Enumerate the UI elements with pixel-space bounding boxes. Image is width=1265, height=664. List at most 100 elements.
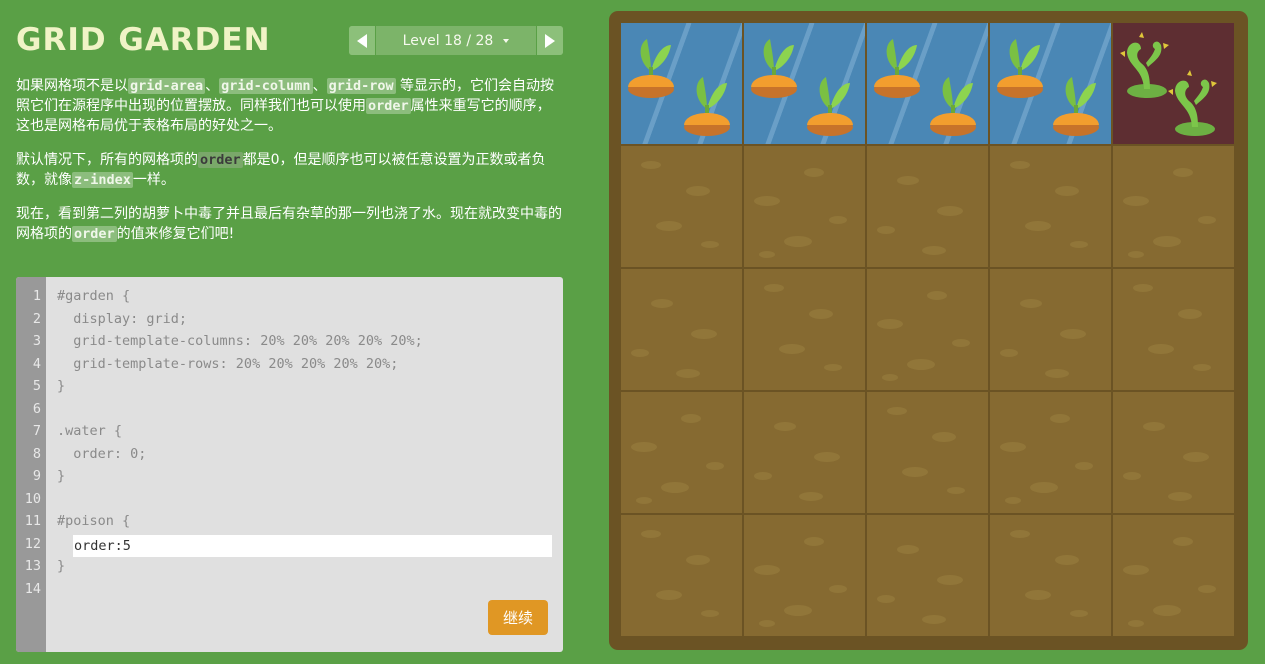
pebble — [656, 221, 682, 231]
pebble — [759, 620, 775, 627]
pebble — [877, 226, 895, 234]
code-line: #garden { — [57, 288, 131, 304]
pebble — [1123, 196, 1149, 206]
keyword-order: order — [72, 226, 117, 242]
pebble — [764, 284, 784, 292]
soil-cell — [743, 514, 866, 637]
carrot-icon — [997, 39, 1043, 98]
pebble — [754, 472, 772, 480]
line-number: 12 — [24, 535, 41, 552]
code-line: grid-template-columns: 20% 20% 20% 20% 2… — [57, 333, 423, 349]
keyword-grid-row: grid-row — [326, 78, 396, 94]
level-selector[interactable]: Level 18 / 28 — [376, 26, 536, 55]
pebble — [897, 545, 919, 554]
line-number: 8 — [32, 445, 41, 462]
soil-cell — [1112, 145, 1235, 268]
text: 默认情况下，所有的网格项的 — [16, 152, 198, 168]
code-line: grid-template-rows: 20% 20% 20% 20% 20%; — [57, 355, 399, 372]
code-line: #poison { — [57, 513, 131, 529]
pebble — [947, 487, 965, 494]
code-line: } — [57, 378, 66, 394]
keyword-order: order — [198, 152, 243, 168]
soil-cell — [989, 268, 1112, 391]
pebble — [804, 168, 824, 177]
pebble — [1143, 422, 1165, 431]
soil-cell — [866, 514, 989, 637]
pebble — [809, 309, 833, 319]
soil-cell — [1112, 268, 1235, 391]
level-label: Level 18 / 28 — [402, 32, 494, 49]
soil-cell — [620, 391, 743, 514]
pebble — [824, 364, 842, 371]
pebble — [1173, 537, 1193, 546]
text: 的值来修复它们吧! — [116, 226, 235, 242]
previous-level-button[interactable] — [349, 26, 376, 55]
pebble — [1148, 344, 1174, 354]
pebble — [799, 492, 823, 501]
pebble — [1153, 605, 1181, 616]
css-editor: 1 2 3 4 5 6 7 8 9 10 11 12 13 14 #garden { display: gr… — [16, 277, 563, 652]
code-input[interactable] — [73, 535, 552, 557]
app-title: GRID GARDEN — [16, 22, 271, 58]
pebble — [686, 186, 710, 196]
line-number: 5 — [32, 378, 41, 394]
keyword-grid-column: grid-column — [219, 78, 313, 94]
pebble — [779, 344, 805, 354]
pebble — [897, 176, 919, 185]
soil-cell — [620, 145, 743, 268]
pebble — [706, 462, 724, 470]
pebble — [937, 206, 963, 216]
pebble — [701, 610, 719, 617]
pebble — [1025, 221, 1051, 231]
pebble — [804, 537, 824, 546]
next-level-button[interactable] — [536, 26, 563, 55]
pebble — [1193, 364, 1211, 371]
pebble — [1000, 442, 1026, 452]
pebble — [686, 555, 710, 565]
line-number: 14 — [24, 580, 41, 597]
instruction-paragraph-3: 现在，看到第二列的胡萝卜中毒了并且最后有杂草的那一列也浇了水。现在就改变中毒的网… — [16, 204, 564, 244]
pebble — [691, 329, 717, 339]
pebble — [1198, 216, 1216, 224]
carrots — [628, 39, 730, 136]
pebble — [1183, 452, 1209, 462]
soil-cell — [866, 391, 989, 514]
pebble — [877, 319, 903, 329]
pebble — [656, 590, 682, 600]
pebble — [1070, 241, 1088, 248]
arrow-left-icon — [357, 33, 367, 48]
water-cell — [989, 22, 1112, 145]
soil-cell — [743, 145, 866, 268]
pebble — [1123, 565, 1149, 575]
pebble — [1050, 414, 1070, 423]
pebble — [754, 196, 780, 206]
pebble — [636, 497, 652, 504]
soil-cell — [743, 268, 866, 391]
carrot-icon — [930, 77, 976, 136]
pebble — [1055, 186, 1079, 196]
pebble — [877, 595, 895, 603]
pebble — [784, 236, 812, 247]
line-number: 3 — [32, 333, 41, 349]
next-button[interactable]: 继续 — [488, 600, 548, 635]
arrow-right-icon — [545, 33, 555, 48]
pebble — [774, 422, 796, 431]
pebble — [907, 359, 935, 370]
pebble — [1173, 168, 1193, 177]
text: 如果网格项不是以 — [16, 78, 128, 94]
pebble — [1153, 236, 1181, 247]
soil-cell — [989, 391, 1112, 514]
carrots — [997, 39, 1099, 136]
code-line: } — [57, 468, 66, 484]
pebble — [937, 575, 963, 585]
keyword-grid-area: grid-area — [128, 78, 206, 94]
pebble — [952, 339, 970, 347]
pebble — [1000, 349, 1018, 357]
weeds — [1120, 32, 1217, 136]
pebble — [641, 530, 661, 538]
soil-cell — [620, 268, 743, 391]
carrot-icon — [628, 39, 674, 98]
pebble — [681, 414, 701, 423]
caret-down-icon — [503, 38, 510, 43]
soil-cell — [620, 514, 743, 637]
